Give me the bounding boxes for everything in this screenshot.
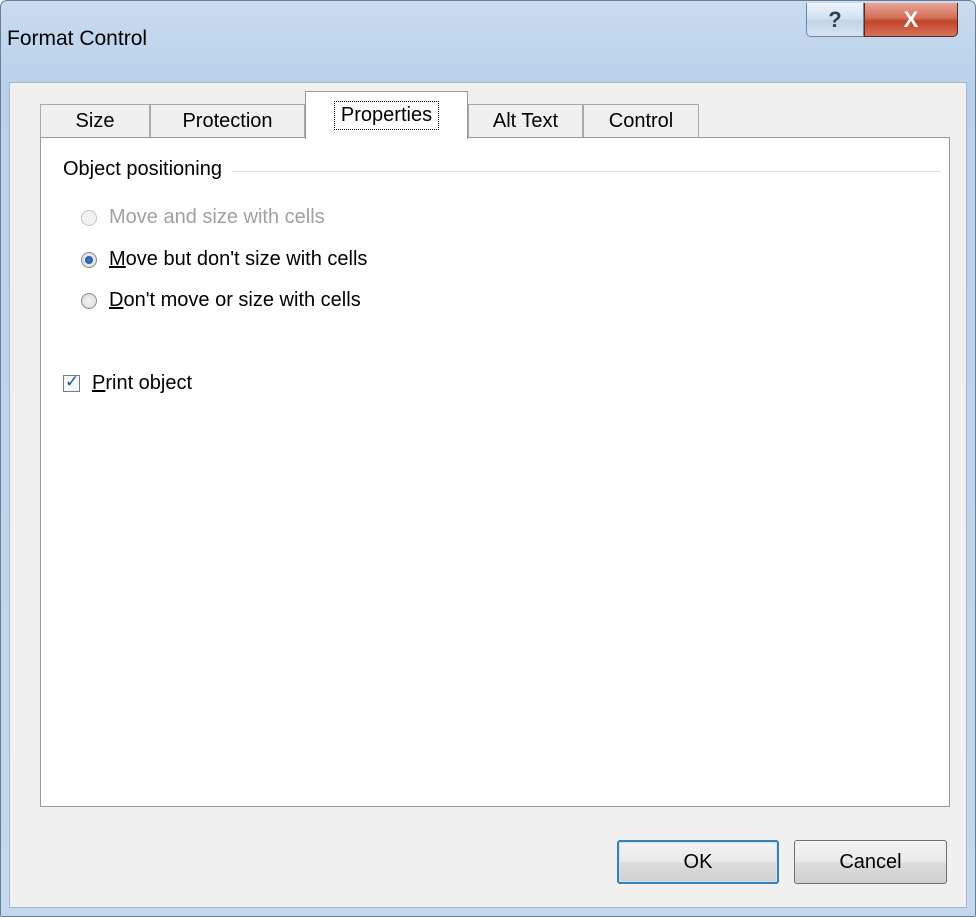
accelerator-key: D xyxy=(109,289,124,311)
label-rest: rint object xyxy=(105,372,193,394)
properties-panel: Object positioning Move and size with ce… xyxy=(40,137,950,807)
radio-move-and-size-label: Move and size with cells xyxy=(109,206,325,228)
help-icon: ? xyxy=(828,6,842,32)
tab-protection[interactable]: Protection xyxy=(150,104,305,138)
close-icon: X xyxy=(903,6,919,32)
ok-button[interactable]: OK xyxy=(617,840,779,884)
radio-button-icon[interactable] xyxy=(81,209,97,226)
radio-move-and-size[interactable]: Move and size with cells xyxy=(81,206,325,229)
close-button[interactable]: X xyxy=(864,3,958,37)
checkbox-checked-icon[interactable] xyxy=(63,372,80,392)
tab-alt-text-label: Alt Text xyxy=(492,110,559,132)
radio-dont-move-or-size-label: Don't move or size with cells xyxy=(109,289,361,312)
cancel-button[interactable]: Cancel xyxy=(794,840,947,884)
tab-alt-text[interactable]: Alt Text xyxy=(468,104,583,138)
tab-properties-label: Properties xyxy=(333,101,440,130)
help-button[interactable]: ? xyxy=(806,3,864,37)
tab-protection-label: Protection xyxy=(182,110,273,132)
object-positioning-label: Object positioning xyxy=(63,158,232,181)
label-rest: ove but don't size with cells xyxy=(125,248,368,270)
print-object-checkbox-row[interactable]: Print object xyxy=(63,372,192,395)
radio-dont-move-or-size[interactable]: Don't move or size with cells xyxy=(81,289,361,312)
format-control-dialog: Format Control ? X Size Protection Prope… xyxy=(0,0,976,917)
tab-properties[interactable]: Properties xyxy=(305,91,468,139)
radio-move-dont-size-label: Move but don't size with cells xyxy=(109,248,367,271)
tab-size[interactable]: Size xyxy=(40,104,150,138)
label-rest: on't move or size with cells xyxy=(123,289,361,311)
title-bar[interactable]: Format Control ? X xyxy=(1,1,975,81)
tab-control-label: Control xyxy=(608,110,674,132)
radio-button-icon[interactable] xyxy=(81,292,97,309)
cancel-button-label: Cancel xyxy=(839,850,902,873)
ok-button-label: OK xyxy=(683,850,713,873)
tab-size-label: Size xyxy=(75,110,115,132)
accelerator-key: P xyxy=(92,372,106,394)
dialog-client-area: Size Protection Properties Alt Text Cont… xyxy=(9,82,967,908)
radio-button-icon[interactable] xyxy=(81,251,97,268)
accelerator-key: M xyxy=(109,248,126,270)
radio-move-dont-size[interactable]: Move but don't size with cells xyxy=(81,248,367,271)
tab-control[interactable]: Control xyxy=(583,104,699,138)
dialog-title: Format Control xyxy=(7,27,148,50)
print-object-label: Print object xyxy=(92,372,192,395)
